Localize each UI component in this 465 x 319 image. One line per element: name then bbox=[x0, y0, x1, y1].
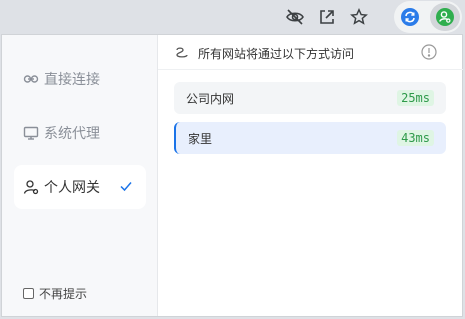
sidebar-item-label: 系统代理 bbox=[44, 126, 100, 142]
gateway-name: 公司内网 bbox=[186, 91, 235, 106]
link-icon bbox=[23, 71, 39, 87]
sidebar-item-personal-gateway[interactable]: 个人网关 bbox=[14, 165, 146, 209]
browser-toolbar bbox=[0, 0, 465, 34]
check-icon bbox=[119, 179, 133, 193]
extension-user-icon[interactable] bbox=[433, 5, 457, 29]
share-icon[interactable] bbox=[316, 6, 338, 28]
monitor-icon bbox=[23, 125, 39, 141]
info-icon[interactable] bbox=[421, 44, 437, 60]
latency-badge: 43ms bbox=[397, 130, 434, 146]
person-gateway-icon bbox=[23, 179, 39, 195]
panel-header-text: 所有网站将通过以下方式访问 bbox=[198, 46, 355, 61]
gateway-panel: 所有网站将通过以下方式访问 公司内网 25ms 家里 43ms bbox=[158, 35, 463, 316]
gateway-name: 家里 bbox=[188, 131, 213, 146]
sidebar-item-direct[interactable]: 直接连接 bbox=[14, 57, 146, 101]
route-icon bbox=[174, 45, 190, 61]
dont-show-again[interactable]: 不再提示 bbox=[23, 285, 87, 302]
proxy-popup: 直接连接 系统代理 个人网关 不再提示 所有网站将通过以下方式访问 公司内网 2… bbox=[1, 34, 463, 317]
dont-show-checkbox[interactable] bbox=[23, 288, 34, 299]
gateway-row-home[interactable]: 家里 43ms bbox=[174, 122, 446, 154]
eye-off-icon[interactable] bbox=[284, 6, 306, 28]
sidebar-item-system-proxy[interactable]: 系统代理 bbox=[14, 111, 146, 155]
mode-sidebar: 直接连接 系统代理 个人网关 不再提示 bbox=[2, 35, 158, 316]
header-divider bbox=[158, 69, 463, 70]
star-icon[interactable] bbox=[348, 6, 370, 28]
dont-show-label: 不再提示 bbox=[39, 287, 88, 301]
gateway-row-office[interactable]: 公司内网 25ms bbox=[174, 82, 446, 114]
extension-refresh-icon[interactable] bbox=[398, 5, 422, 29]
sidebar-item-label: 直接连接 bbox=[44, 72, 100, 88]
latency-badge: 25ms bbox=[397, 90, 434, 106]
panel-header: 所有网站将通过以下方式访问 bbox=[174, 41, 446, 65]
sidebar-item-label: 个人网关 bbox=[44, 180, 100, 196]
